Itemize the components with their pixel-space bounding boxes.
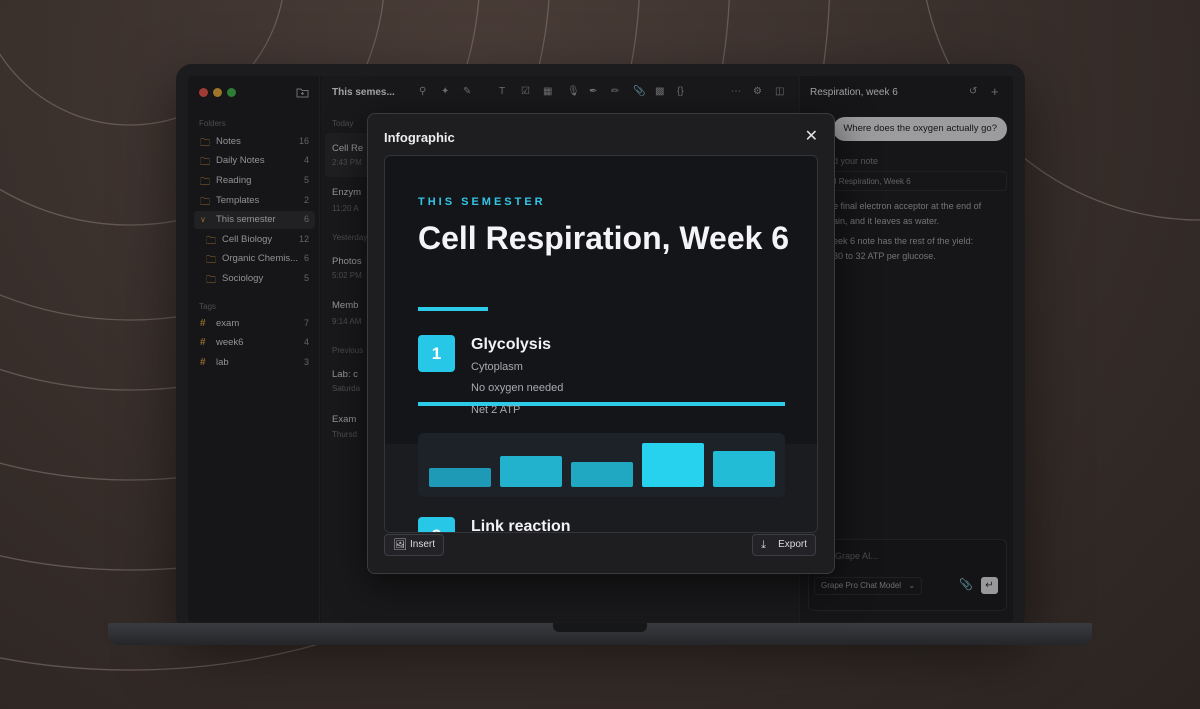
chart-bar (571, 462, 633, 487)
yield-bar-chart (418, 433, 785, 497)
title-underline (418, 307, 488, 311)
infographic-kicker: THIS SEMESTER (418, 196, 546, 208)
step-title: Link reaction (471, 518, 571, 533)
chart-bar (500, 456, 562, 487)
step-detail: Cytoplasm (471, 361, 523, 373)
download-icon: ⤓ (761, 539, 766, 551)
chart-bar (713, 451, 775, 487)
image-insert-icon: 🖼 (393, 539, 407, 551)
step-detail: No oxygen needed (471, 382, 564, 394)
chart-bar (642, 443, 704, 487)
export-button-label: Export (778, 539, 807, 550)
step-number: 2 (418, 517, 455, 532)
step-title: Glycolysis (471, 336, 552, 353)
export-button[interactable]: ⤓ Export (752, 534, 816, 556)
insert-button-label: Insert (410, 539, 436, 550)
chart-bar (429, 468, 491, 487)
infographic-preview: THIS SEMESTER Cell Respiration, Week 6 1… (384, 155, 818, 533)
laptop-notch (553, 623, 647, 632)
infographic-title: Cell Respiration, Week 6 (418, 220, 790, 256)
infographic-modal: Infographic ✕ THIS SEMESTER Cell Respira… (367, 113, 835, 574)
close-icon[interactable]: ✕ (805, 126, 818, 146)
step-detail: Net 2 ATP (471, 404, 521, 416)
insert-button[interactable]: 🖼 Insert (384, 534, 445, 556)
step-number: 1 (418, 335, 455, 372)
modal-title: Infographic (384, 130, 455, 145)
